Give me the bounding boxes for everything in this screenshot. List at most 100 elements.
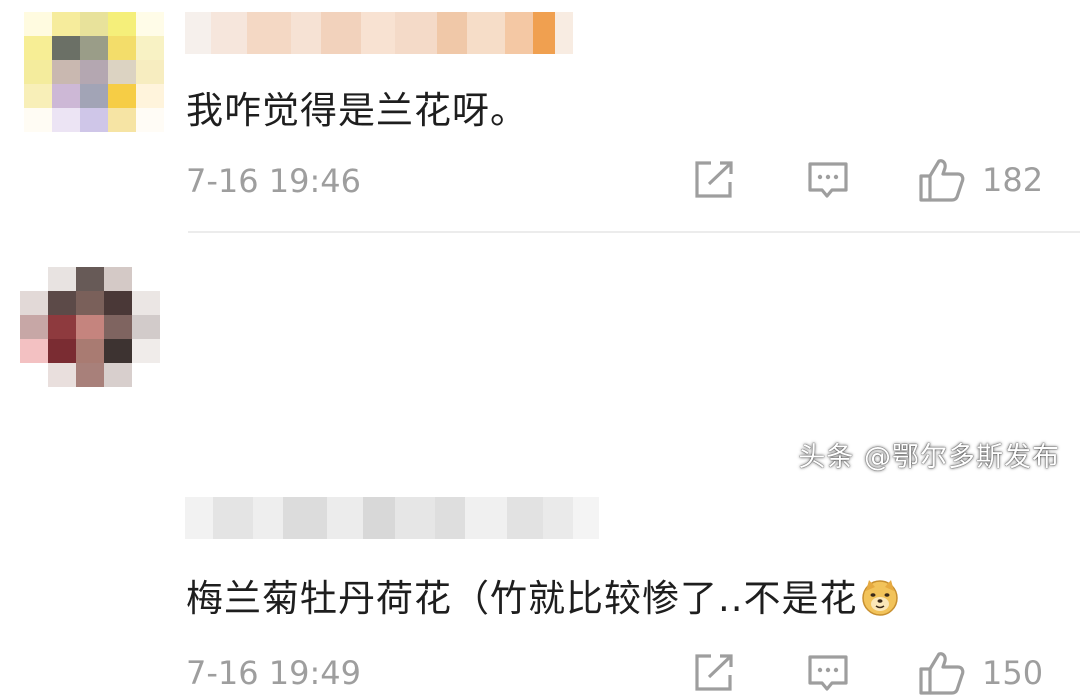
comment-timestamp: 7-16 19:49 <box>186 654 362 692</box>
avatar-mosaic-cell <box>52 108 80 132</box>
avatar-mosaic-cell <box>20 363 48 387</box>
avatar-mosaic-cell <box>132 267 160 291</box>
username-mosaic-cell <box>465 497 507 539</box>
avatar-mosaic-cell <box>24 84 52 108</box>
username-mosaic-cell <box>555 12 573 54</box>
avatar-mosaic-cell <box>52 36 80 60</box>
thumbs-up-icon <box>919 652 965 695</box>
avatar-mosaic-cell <box>52 60 80 84</box>
comment-timestamp: 7-16 19:46 <box>186 162 362 200</box>
username-mosaic-cell <box>185 12 211 54</box>
comment-icon <box>808 162 848 198</box>
avatar-mosaic-cell <box>132 315 160 339</box>
avatar-mosaic-cell <box>24 60 52 84</box>
share-icon <box>695 161 733 198</box>
username-mosaic-cell <box>507 497 543 539</box>
username-mosaic-cell <box>327 497 363 539</box>
avatar-mosaic-cell <box>48 363 76 387</box>
username-mosaic-cell <box>185 497 213 539</box>
username-mosaic-cell <box>467 12 505 54</box>
like-count: 150 <box>982 654 1044 692</box>
avatar-mosaic-cell <box>136 84 164 108</box>
like-button[interactable]: 182 <box>918 157 1043 203</box>
avatar[interactable] <box>24 12 164 132</box>
username-mosaic-cell <box>437 12 467 54</box>
username-mosaic-cell <box>253 497 283 539</box>
share-button[interactable] <box>693 653 735 693</box>
avatar-mosaic-cell <box>104 315 132 339</box>
username-mosaic-cell <box>247 12 291 54</box>
username-mosaic-cell <box>435 497 465 539</box>
avatar-mosaic-cell <box>76 339 104 363</box>
avatar-mosaic-cell <box>108 84 136 108</box>
comment-icon <box>808 655 848 691</box>
avatar-mosaic-cell <box>76 291 104 315</box>
username-mosaic-cell <box>361 12 395 54</box>
share-icon <box>695 654 733 691</box>
username-mosaic-cell <box>505 12 533 54</box>
avatar-mosaic-cell <box>76 363 104 387</box>
username-mosaic-cell <box>543 497 573 539</box>
avatar-mosaic-cell <box>136 12 164 36</box>
username-mosaic-cell <box>321 12 361 54</box>
avatar-mosaic-cell <box>52 84 80 108</box>
avatar-mosaic-cell <box>108 12 136 36</box>
like-count: 182 <box>982 161 1044 199</box>
comment-text: 梅兰菊牡丹荷花（竹就比较惨了..不是花 <box>186 577 858 620</box>
avatar-mosaic-cell <box>48 339 76 363</box>
avatar-mosaic-cell <box>136 108 164 132</box>
avatar-mosaic-cell <box>24 12 52 36</box>
avatar-mosaic-cell <box>104 363 132 387</box>
avatar[interactable] <box>20 267 160 387</box>
reply-button[interactable] <box>806 653 850 695</box>
watermark: 头条 @鄂尔多斯发布 <box>798 442 1060 473</box>
avatar-mosaic-cell <box>76 267 104 291</box>
comment-text-wrapper: 梅兰菊牡丹荷花（竹就比较惨了..不是花 <box>186 568 900 622</box>
avatar-mosaic-cell <box>104 267 132 291</box>
username-mosaic-cell <box>573 497 599 539</box>
avatar-mosaic-cell <box>108 60 136 84</box>
avatar-mosaic-cell <box>80 60 108 84</box>
avatar-mosaic-cell <box>136 60 164 84</box>
avatar-mosaic-cell <box>132 339 160 363</box>
comment-text: 我咋觉得是兰花呀。 <box>186 89 528 132</box>
avatar-mosaic-cell <box>132 363 160 387</box>
avatar-mosaic-cell <box>104 339 132 363</box>
reply-button[interactable] <box>806 160 850 202</box>
username-mosaic-cell <box>395 12 437 54</box>
username-blurred[interactable] <box>185 497 599 539</box>
username-mosaic-cell <box>213 497 253 539</box>
avatar-mosaic-cell <box>48 267 76 291</box>
username-mosaic-cell <box>533 12 555 54</box>
avatar-mosaic-cell <box>136 36 164 60</box>
comment-item: 我咋觉得是兰花呀。 7-16 19:46 182 <box>0 0 1080 232</box>
username-mosaic-cell <box>291 12 321 54</box>
avatar-mosaic-cell <box>104 291 132 315</box>
doge-emoji-icon <box>861 580 898 616</box>
share-button[interactable] <box>693 160 735 200</box>
avatar-mosaic-cell <box>108 108 136 132</box>
avatar-mosaic-cell <box>80 12 108 36</box>
username-mosaic-cell <box>363 497 395 539</box>
avatar-mosaic-cell <box>76 315 104 339</box>
avatar-mosaic-cell <box>48 315 76 339</box>
username-mosaic-cell <box>395 497 435 539</box>
avatar-mosaic-cell <box>48 291 76 315</box>
thumbs-up-icon <box>919 159 965 202</box>
avatar-mosaic-cell <box>24 36 52 60</box>
username-blurred[interactable] <box>185 12 573 54</box>
like-button[interactable]: 150 <box>918 650 1043 696</box>
avatar-mosaic-cell <box>132 291 160 315</box>
avatar-mosaic-cell <box>52 12 80 36</box>
avatar-mosaic-cell <box>20 267 48 291</box>
avatar-mosaic-cell <box>80 84 108 108</box>
avatar-mosaic-cell <box>80 108 108 132</box>
avatar-mosaic-cell <box>20 291 48 315</box>
avatar-mosaic-cell <box>80 36 108 60</box>
username-mosaic-cell <box>283 497 327 539</box>
avatar-mosaic-cell <box>20 315 48 339</box>
avatar-mosaic-cell <box>108 36 136 60</box>
avatar-mosaic-cell <box>20 339 48 363</box>
username-mosaic-cell <box>211 12 247 54</box>
avatar-mosaic-cell <box>24 108 52 132</box>
